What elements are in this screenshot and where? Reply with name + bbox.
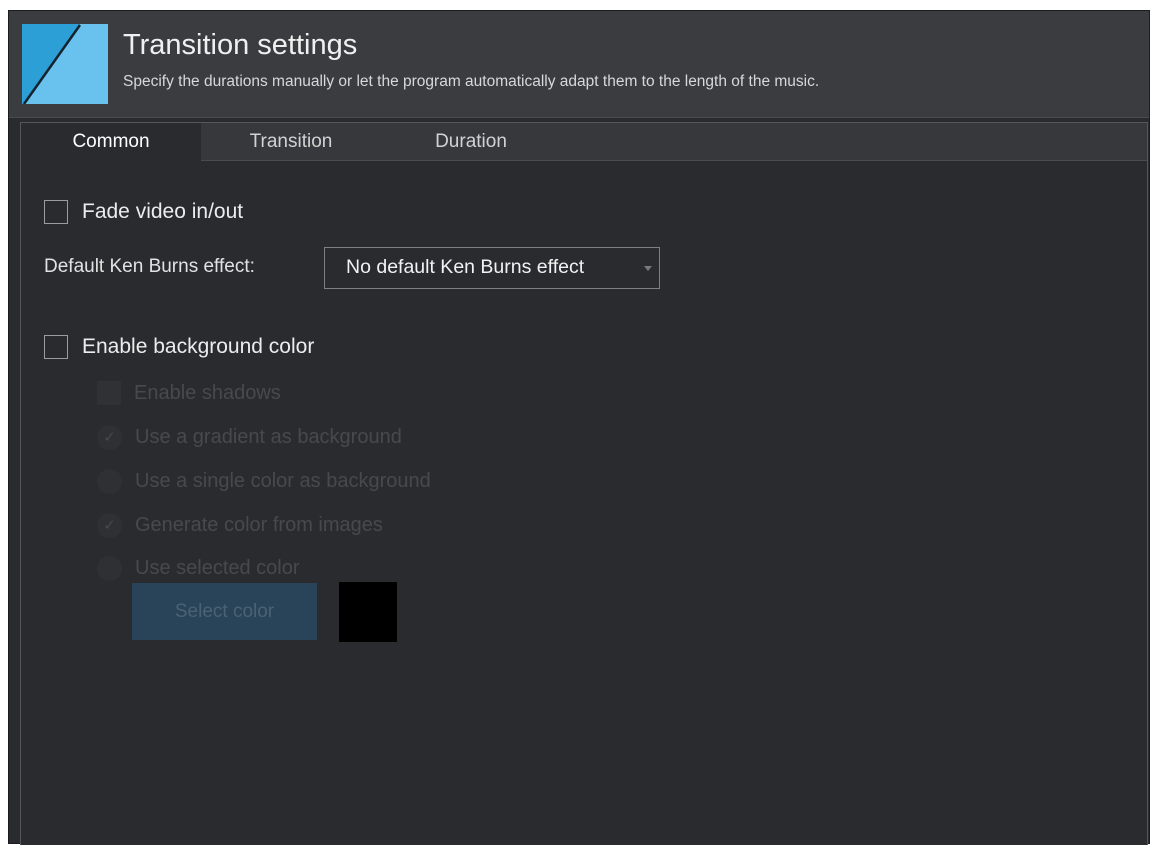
gradient-background-radio: ✓: [97, 425, 122, 450]
tab-duration[interactable]: Duration: [381, 123, 561, 160]
tab-transition[interactable]: Transition: [201, 123, 381, 160]
tab-common[interactable]: Common: [21, 123, 201, 161]
background-color-row: Enable background color: [44, 335, 314, 359]
selected-color-label: Use selected color: [135, 557, 300, 579]
gradient-background-label: Use a gradient as background: [135, 426, 402, 448]
ken-burns-row: Default Ken Burns effect:: [44, 256, 255, 278]
tab-bar: Common Transition Duration: [21, 123, 1147, 161]
fade-video-label: Fade video in/out: [82, 200, 244, 223]
enable-shadows-row: Enable shadows: [97, 381, 281, 405]
color-swatch: [339, 582, 397, 642]
transition-settings-window: Transition settings Specify the duration…: [8, 10, 1150, 845]
selected-color-radio: [97, 556, 122, 581]
ken-burns-label: Default Ken Burns effect:: [44, 256, 255, 277]
enable-shadows-checkbox: [97, 381, 121, 405]
tab-content-frame: Common Transition Duration Fade video in…: [20, 122, 1148, 845]
checkmark-icon: ✓: [103, 428, 116, 446]
fade-video-row: Fade video in/out: [44, 200, 243, 224]
enable-shadows-label: Enable shadows: [134, 381, 281, 404]
ken-burns-dropdown[interactable]: No default Ken Burns effect: [324, 247, 660, 289]
chevron-down-icon: [644, 266, 652, 271]
dialog-title: Transition settings: [123, 29, 358, 61]
single-color-background-row: Use a single color as background: [97, 469, 431, 494]
generate-color-row: ✓ Generate color from images: [97, 513, 383, 538]
dialog-header: Transition settings Specify the duration…: [9, 11, 1149, 118]
fade-video-checkbox[interactable]: [44, 200, 68, 224]
single-color-background-radio: [97, 469, 122, 494]
background-color-checkbox[interactable]: [44, 335, 68, 359]
gradient-background-row: ✓ Use a gradient as background: [97, 425, 402, 450]
single-color-background-label: Use a single color as background: [135, 470, 431, 492]
app-logo-icon: [22, 24, 108, 104]
generate-color-label: Generate color from images: [135, 514, 383, 536]
select-color-button: Select color: [132, 583, 317, 640]
background-color-label: Enable background color: [82, 335, 315, 358]
checkmark-icon: ✓: [103, 516, 116, 534]
selected-color-row: Use selected color: [97, 556, 300, 581]
ken-burns-selected-value: No default Ken Burns effect: [346, 256, 585, 278]
generate-color-radio: ✓: [97, 513, 122, 538]
dialog-subtitle: Specify the durations manually or let th…: [123, 73, 820, 90]
